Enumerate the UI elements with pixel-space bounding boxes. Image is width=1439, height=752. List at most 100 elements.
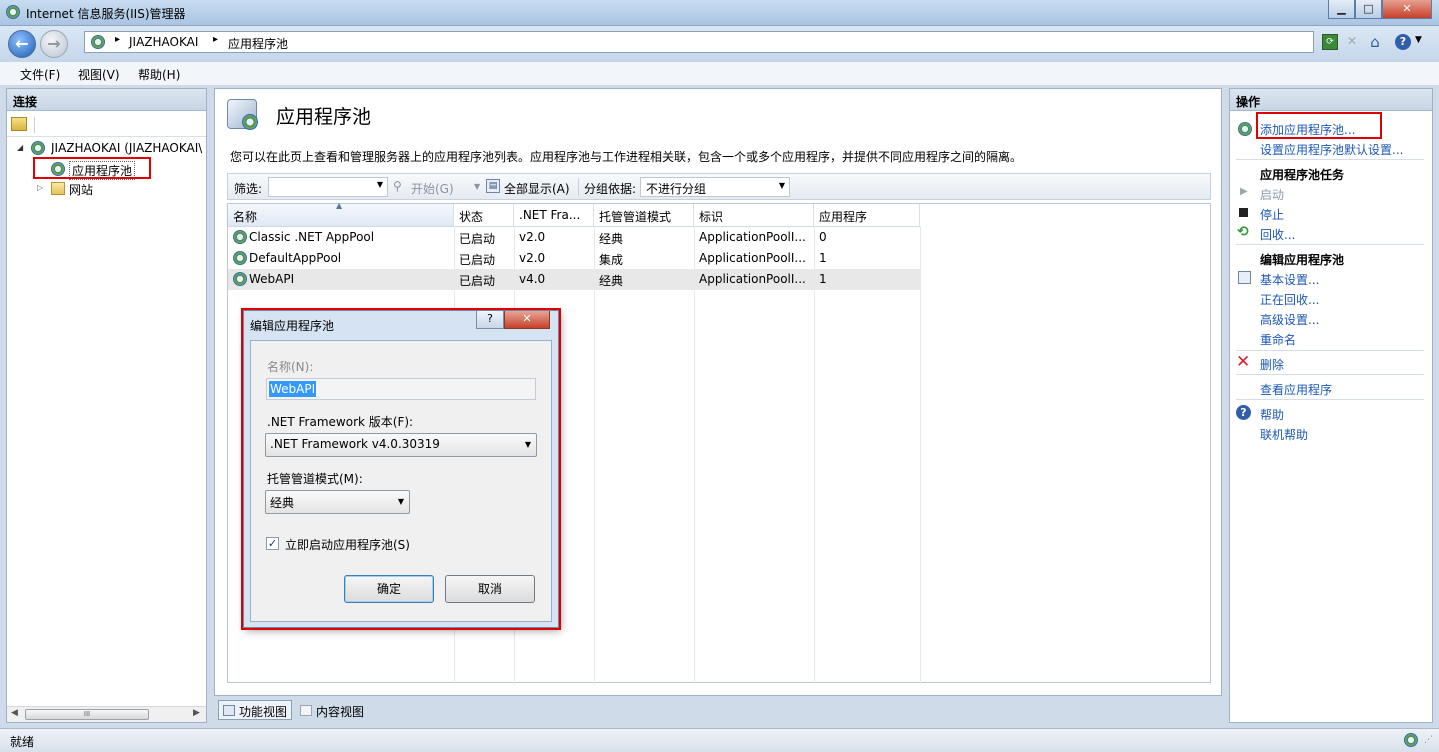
help-link[interactable]: 帮助 [1260,406,1284,423]
chevron-down-icon[interactable]: ▼ [779,181,785,190]
cell-net-version: v2.0 [519,230,546,244]
edit-pool-header: 编辑应用程序池 [1260,253,1345,267]
column-header-net-framework[interactable]: .NET Fra... [514,204,594,226]
horizontal-scrollbar[interactable]: ◀ III ▶ [7,706,206,722]
tab-features-view[interactable]: 功能视图 [218,700,293,720]
expand-arrow-icon[interactable]: ◢ [17,143,23,152]
cell-pipeline-mode: 经典 [599,274,624,288]
pipeline-select[interactable]: 经典 ▼ [265,490,410,514]
tree-server[interactable]: JIAZHAOKAI (JIAZHAOKAI\ [51,141,206,155]
back-button[interactable]: ← [8,30,36,58]
advanced-settings-link[interactable]: 高级设置... [1260,311,1319,328]
ok-button[interactable]: 确定 [344,575,434,603]
name-field[interactable]: WebAPI [266,378,536,400]
page-description: 您可以在此页上查看和管理服务器上的应用程序池列表。应用程序池与工作进程相关联，包… [230,150,1023,164]
column-divider [814,226,815,684]
menu-view[interactable]: 视图(V) [78,66,120,83]
toolbar-divider [578,178,579,196]
view-apps-link[interactable]: 查看应用程序 [1260,381,1332,398]
column-header-pipeline-mode[interactable]: 托管管道模式 [594,204,694,226]
start-link[interactable]: 启动 [1260,186,1284,203]
stop-icon [1239,208,1248,217]
app-pool-large-icon [227,99,258,130]
content-view-icon [300,705,312,716]
recycling-link[interactable]: 正在回收... [1260,291,1319,308]
filter-input[interactable]: ▼ [268,177,388,197]
cell-applications: 0 [819,230,827,244]
add-connection-icon[interactable] [11,117,27,131]
show-all-icon: ▤ [486,179,500,193]
scroll-thumb[interactable]: III [25,709,149,720]
show-all-button[interactable]: 全部显示(A) [504,180,570,197]
tab-content-view[interactable]: 内容视图 [295,700,369,720]
autostart-checkbox[interactable]: ✓ [266,537,279,550]
refresh-icon[interactable]: ⟳ [1322,34,1338,50]
close-window-button[interactable]: ✕ [1382,0,1432,19]
framework-select[interactable]: .NET Framework v4.0.30319 ▼ [265,433,537,457]
edit-app-pool-dialog: 编辑应用程序池 ? ✕ 名称(N): WebAPI .NET Framework… [243,310,559,628]
table-row-selected[interactable]: WebAPI 已启动 v4.0 经典 ApplicationPoolI... 1 [228,269,920,290]
divider [1236,350,1424,351]
chevron-down-icon[interactable]: ▼ [474,182,480,191]
rename-link[interactable]: 重命名 [1260,331,1296,348]
dialog-help-button[interactable]: ? [476,311,504,329]
delete-link[interactable]: 删除 [1260,356,1284,373]
table-row[interactable]: DefaultAppPool 已启动 v2.0 集成 ApplicationPo… [228,248,920,269]
set-defaults-link[interactable]: 设置应用程序池默认设置... [1260,141,1403,158]
online-help-link[interactable]: 联机帮助 [1260,426,1308,443]
chevron-down-icon[interactable]: ▼ [525,440,531,449]
status-bar: 就绪 ⋰ [0,728,1439,752]
toolbar-divider [34,117,35,133]
filter-toolbar: 筛选: ▼ ⚲ 开始(G) ▼ ▤ 全部显示(A) 分组依据: 不进行分组 ▼ [227,173,1211,200]
basic-settings-link[interactable]: 基本设置... [1260,271,1319,288]
window-title: Internet 信息服务(IIS)管理器 [26,7,186,21]
sort-ascending-icon: ▲ [336,201,343,210]
home-icon[interactable]: ⌂ [1366,33,1384,51]
cell-pipeline-mode: 集成 [599,253,624,267]
column-header-identity[interactable]: 标识 [694,204,814,226]
basic-settings-icon [1238,271,1251,284]
chevron-down-icon[interactable]: ▼ [1415,35,1422,45]
cancel-button[interactable]: 取消 [445,575,535,603]
actions-header: 操作 [1230,89,1432,111]
column-header-applications[interactable]: 应用程序 [814,204,920,226]
divider [7,136,206,137]
scroll-left-icon[interactable]: ◀ [11,708,18,718]
autostart-label[interactable]: 立即启动应用程序池(S) [285,536,410,553]
add-app-pool-icon [1238,122,1252,136]
divider [1236,159,1424,160]
chevron-down-icon[interactable]: ▼ [398,497,404,506]
framework-label: .NET Framework 版本(F): [267,415,414,429]
minimize-button[interactable]: ▁ [1328,0,1355,19]
divider [1236,399,1424,400]
group-by-label: 分组依据: [584,182,637,196]
menu-help[interactable]: 帮助(H) [138,66,180,83]
column-header-status[interactable]: 状态 [454,204,514,226]
breadcrumb-server[interactable]: JIAZHAOKAI [129,35,198,49]
tree-sites[interactable]: 网站 [69,181,93,198]
group-by-value: 不进行分组 [646,182,707,196]
group-by-select[interactable]: 不进行分组 ▼ [640,177,790,197]
table-row[interactable]: Classic .NET AppPool 已启动 v2.0 经典 Applica… [228,227,920,248]
menu-file[interactable]: 文件(F) [20,66,60,83]
recycle-link[interactable]: 回收... [1260,226,1295,243]
dialog-body: 名称(N): WebAPI .NET Framework 版本(F): .NET… [250,340,552,622]
stop-link[interactable]: 停止 [1260,206,1284,223]
address-breadcrumb[interactable]: ▸ JIAZHAOKAI ▸ 应用程序池 [84,31,1314,53]
breadcrumb-arrow-icon: ▸ [213,34,219,45]
pool-tasks-header: 应用程序池任务 [1260,168,1345,182]
breadcrumb-app-pools[interactable]: 应用程序池 [228,35,288,52]
start-filter-button[interactable]: 开始(G) [411,180,454,197]
cell-status: 已启动 [459,274,496,288]
chevron-down-icon[interactable]: ▼ [377,180,383,189]
forward-button[interactable]: → [40,30,68,58]
collapse-arrow-icon[interactable]: ▷ [37,183,43,192]
maximize-button[interactable]: □ [1355,0,1382,19]
delete-icon: ✕ [1236,352,1251,372]
scroll-right-icon[interactable]: ▶ [193,708,200,718]
stop-nav-icon[interactable]: ✕ [1344,34,1360,50]
dialog-close-button[interactable]: ✕ [504,311,550,329]
resize-grip-icon[interactable]: ⋰ [1424,735,1433,745]
cell-identity: ApplicationPoolI... [699,230,806,244]
help-nav-icon[interactable]: ? [1395,34,1411,50]
